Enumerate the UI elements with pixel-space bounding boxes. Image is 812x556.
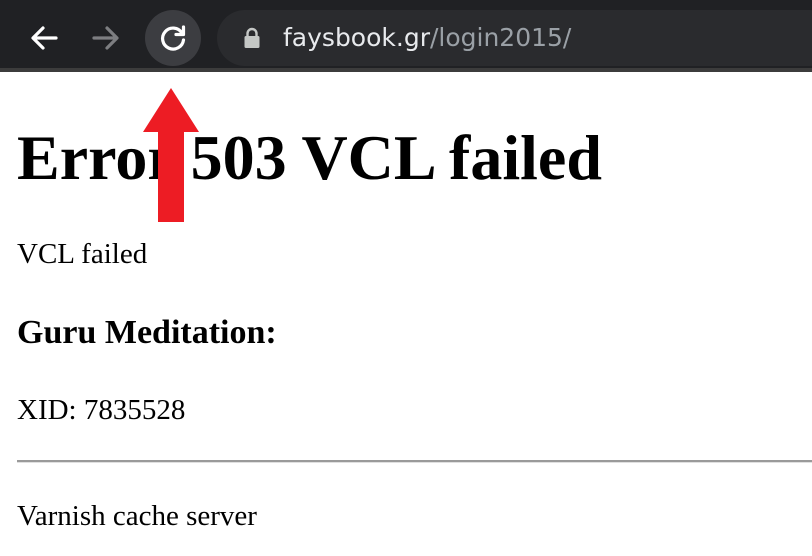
address-bar[interactable]: faysbook.gr/login2015/ bbox=[217, 10, 812, 66]
xid-text: XID: 7835528 bbox=[17, 394, 186, 426]
reload-button[interactable] bbox=[145, 10, 201, 66]
forward-button[interactable] bbox=[78, 10, 134, 66]
server-footer: Varnish cache server bbox=[17, 500, 257, 532]
reload-icon bbox=[161, 25, 186, 51]
divider bbox=[17, 460, 812, 463]
browser-toolbar: faysbook.gr/login2015/ bbox=[0, 0, 812, 72]
error-message: VCL failed bbox=[17, 238, 148, 270]
forward-arrow-icon bbox=[92, 26, 119, 50]
url-text[interactable]: faysbook.gr/login2015/ bbox=[283, 22, 571, 54]
url-host: faysbook.gr bbox=[283, 23, 430, 52]
red-up-arrow-icon bbox=[143, 88, 199, 222]
guru-meditation-title: Guru Meditation: bbox=[17, 314, 277, 351]
url-path: /login2015/ bbox=[429, 23, 572, 52]
back-button[interactable] bbox=[16, 10, 72, 66]
back-arrow-icon bbox=[31, 26, 58, 50]
lock-icon bbox=[244, 27, 260, 48]
error-heading: Error 503 VCL failed bbox=[17, 122, 602, 193]
